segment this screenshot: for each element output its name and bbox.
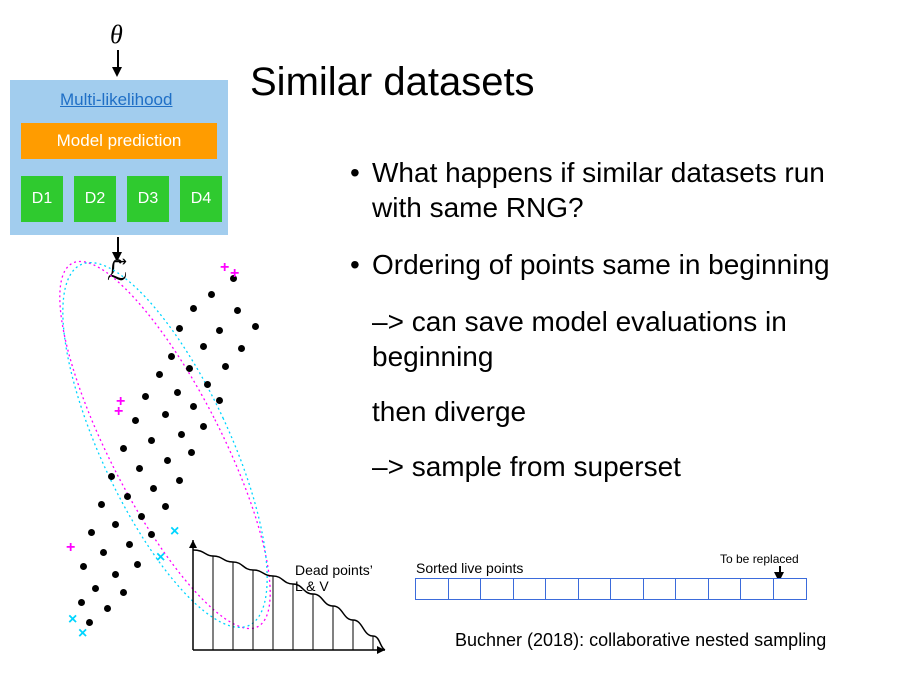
live-point-cell bbox=[545, 578, 579, 600]
scatter-dot bbox=[138, 513, 145, 520]
sorted-live-points-label: Sorted live points bbox=[416, 560, 523, 576]
live-point-cell bbox=[513, 578, 547, 600]
scatter-dot bbox=[186, 365, 193, 372]
scatter-dot bbox=[216, 327, 223, 334]
scatter-dot bbox=[92, 585, 99, 592]
cross-magenta-icon: + bbox=[230, 265, 239, 283]
scatter-dot bbox=[238, 345, 245, 352]
followup-3: –> sample from superset bbox=[350, 449, 880, 484]
live-point-cell bbox=[740, 578, 774, 600]
citation: Buchner (2018): collaborative nested sam… bbox=[455, 630, 826, 651]
cross-magenta-icon: + bbox=[220, 259, 229, 277]
live-points-array bbox=[415, 578, 807, 605]
scatter-dot bbox=[120, 445, 127, 452]
live-point-cell bbox=[708, 578, 742, 600]
dataset-d4-box: D4 bbox=[180, 176, 222, 222]
scatter-dot bbox=[200, 423, 207, 430]
live-point-cell bbox=[610, 578, 644, 600]
scatter-dot bbox=[222, 363, 229, 370]
scatter-dot bbox=[190, 403, 197, 410]
scatter-dot bbox=[108, 473, 115, 480]
scatter-dot bbox=[98, 501, 105, 508]
dead-points-chart bbox=[185, 540, 395, 665]
scatter-dot bbox=[162, 411, 169, 418]
live-point-cell bbox=[480, 578, 514, 600]
dead-points-label-2: L & V bbox=[295, 578, 329, 594]
arrow-down-top-icon bbox=[112, 67, 122, 77]
dataset-d2-box: D2 bbox=[74, 176, 116, 222]
scatter-dot bbox=[156, 371, 163, 378]
scatter-dot bbox=[200, 343, 207, 350]
arrow-stem-top bbox=[117, 50, 119, 68]
live-point-cell bbox=[675, 578, 709, 600]
cross-cyan-icon: × bbox=[78, 625, 87, 643]
scatter-dot bbox=[78, 599, 85, 606]
scatter-dot bbox=[162, 503, 169, 510]
live-point-cell bbox=[415, 578, 449, 600]
cross-cyan-icon: × bbox=[170, 523, 179, 541]
bullet-1: What happens if similar datasets run wit… bbox=[350, 155, 880, 225]
scatter-dot bbox=[120, 589, 127, 596]
scatter-dot bbox=[252, 323, 259, 330]
scatter-dot bbox=[204, 381, 211, 388]
scatter-dot bbox=[80, 563, 87, 570]
to-be-replaced-label: To be replaced bbox=[720, 552, 799, 566]
followup-1: –> can save model evaluations in beginni… bbox=[350, 304, 880, 374]
scatter-dot bbox=[126, 541, 133, 548]
live-point-cell bbox=[448, 578, 482, 600]
dead-points-label-1: Dead points’ bbox=[295, 562, 373, 578]
dataset-d3-box: D3 bbox=[127, 176, 169, 222]
scatter-dot bbox=[150, 485, 157, 492]
scatter-dot bbox=[148, 531, 155, 538]
bullet-list: What happens if similar datasets run wit… bbox=[350, 155, 880, 504]
scatter-dot bbox=[176, 477, 183, 484]
bullet-2: Ordering of points same in beginning bbox=[350, 247, 880, 282]
followup-2: then diverge bbox=[350, 394, 880, 429]
live-point-cell bbox=[773, 578, 807, 600]
scatter-dot bbox=[216, 397, 223, 404]
cross-cyan-icon: × bbox=[68, 611, 77, 629]
multi-likelihood-label: Multi-likelihood bbox=[60, 90, 172, 110]
scatter-dot bbox=[100, 549, 107, 556]
scatter-dot bbox=[208, 291, 215, 298]
live-point-cell bbox=[578, 578, 612, 600]
scatter-dot bbox=[104, 605, 111, 612]
scatter-dot bbox=[174, 389, 181, 396]
model-prediction-box: Model prediction bbox=[21, 123, 217, 159]
scatter-dot bbox=[168, 353, 175, 360]
scatter-dot bbox=[190, 305, 197, 312]
cross-cyan-icon: × bbox=[156, 549, 165, 567]
live-point-cell bbox=[643, 578, 677, 600]
scatter-dot bbox=[142, 393, 149, 400]
scatter-dot bbox=[112, 571, 119, 578]
cross-magenta-icon: + bbox=[114, 403, 123, 421]
scatter-dot bbox=[176, 325, 183, 332]
cross-magenta-icon: + bbox=[66, 539, 75, 557]
scatter-dot bbox=[124, 493, 131, 500]
scatter-dot bbox=[178, 431, 185, 438]
dataset-d1-box: D1 bbox=[21, 176, 63, 222]
scatter-dot bbox=[164, 457, 171, 464]
scatter-dot bbox=[188, 449, 195, 456]
scatter-dot bbox=[88, 529, 95, 536]
scatter-dot bbox=[148, 437, 155, 444]
scatter-dot bbox=[234, 307, 241, 314]
scatter-dot bbox=[112, 521, 119, 528]
scatter-dot bbox=[136, 465, 143, 472]
slide-title: Similar datasets bbox=[250, 60, 535, 105]
scatter-dot bbox=[132, 417, 139, 424]
theta-symbol: θ bbox=[110, 20, 123, 50]
scatter-dot bbox=[134, 561, 141, 568]
